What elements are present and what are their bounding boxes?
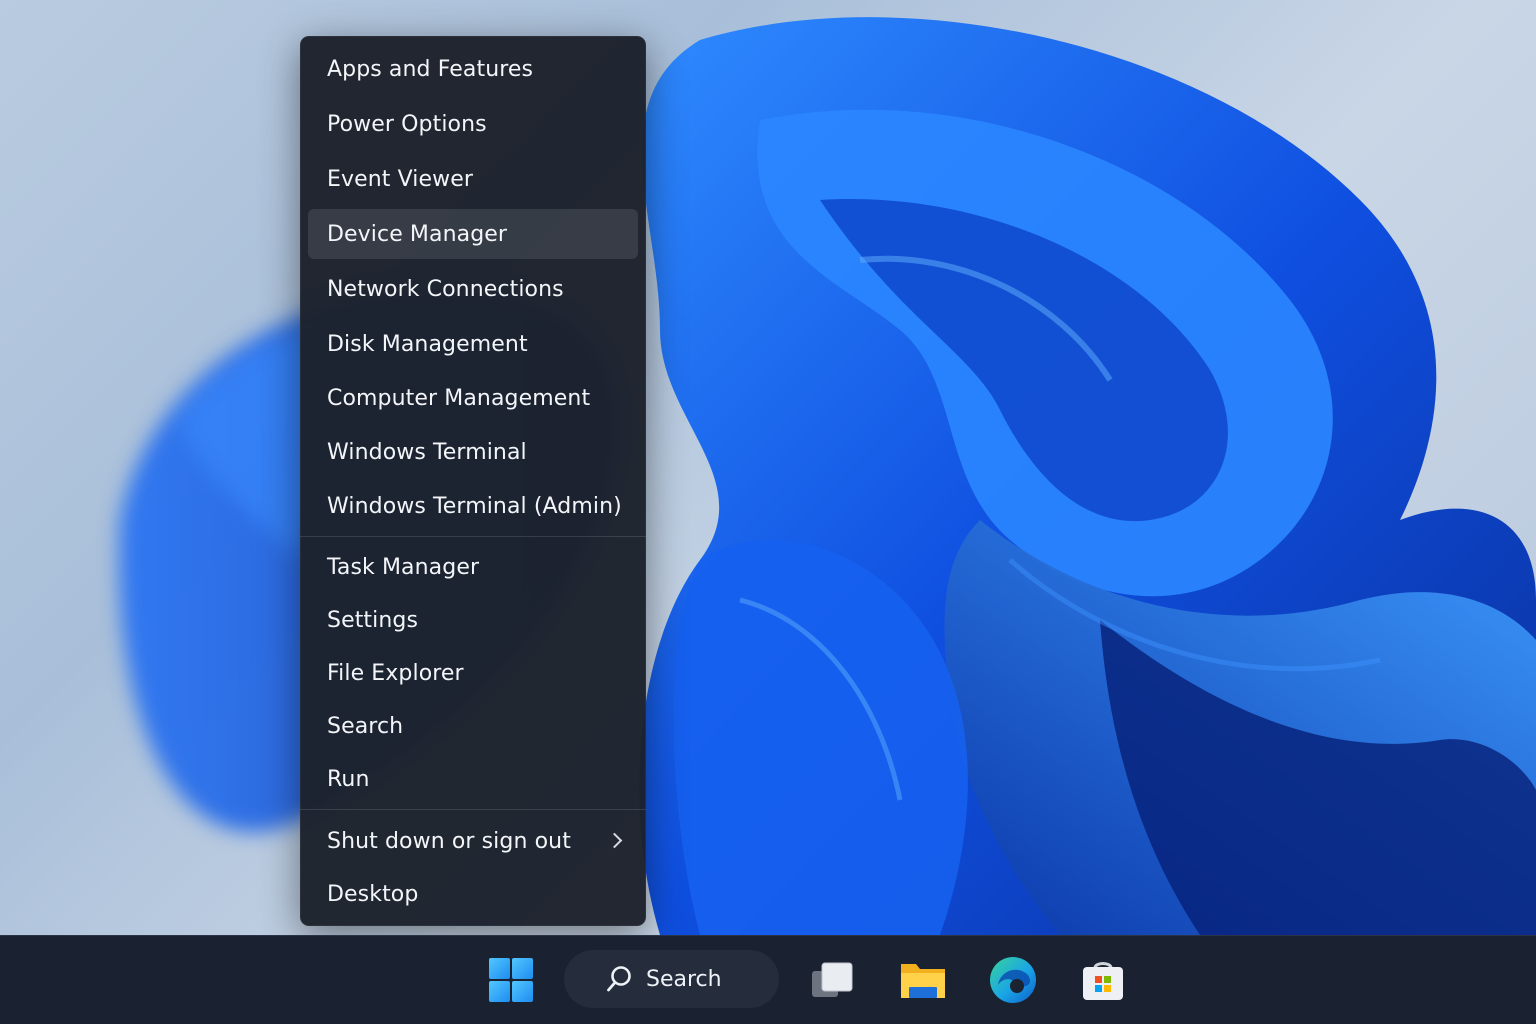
menu-item-run[interactable]: Run (308, 754, 638, 804)
menu-item-label: Desktop (327, 881, 419, 907)
menu-item-settings[interactable]: Settings (308, 595, 638, 645)
menu-item-search[interactable]: Search (308, 701, 638, 751)
windows-start-icon (489, 958, 533, 1002)
file-explorer-icon (901, 964, 945, 998)
menu-item-label: Network Connections (327, 276, 564, 302)
microsoft-store-button[interactable] (1075, 952, 1131, 1008)
menu-item-label: Run (327, 766, 370, 792)
menu-item-label: Settings (327, 607, 419, 633)
menu-item-label: File Explorer (327, 660, 464, 686)
menu-item-label: Disk Management (327, 331, 528, 357)
task-view-icon (812, 962, 853, 997)
menu-item-windows-terminal-admin[interactable]: Windows Terminal (Admin) (308, 481, 638, 531)
menu-item-event-viewer[interactable]: Event Viewer (308, 154, 638, 204)
menu-item-shut-down-or-sign-out[interactable]: Shut down or sign out (308, 816, 638, 866)
start-button[interactable] (483, 952, 539, 1008)
menu-item-label: Power Options (327, 111, 487, 137)
task-view-button[interactable] (804, 952, 860, 1008)
desktop-wallpaper (0, 0, 1536, 935)
menu-item-label: Apps and Features (327, 56, 534, 82)
menu-item-label: Event Viewer (327, 166, 474, 192)
menu-item-computer-management[interactable]: Computer Management (308, 373, 638, 423)
menu-item-power-options[interactable]: Power Options (308, 99, 638, 149)
menu-separator (300, 536, 646, 537)
taskbar-search-label: Search (646, 966, 722, 992)
menu-item-task-manager[interactable]: Task Manager (308, 542, 638, 592)
menu-separator (300, 809, 646, 810)
menu-item-desktop[interactable]: Desktop (308, 869, 638, 919)
menu-item-label: Shut down or sign out (327, 828, 571, 854)
menu-item-windows-terminal[interactable]: Windows Terminal (308, 427, 638, 477)
menu-item-label: Computer Management (327, 385, 591, 411)
taskbar-search-box[interactable]: Search (564, 950, 779, 1008)
search-icon (607, 966, 631, 992)
menu-item-disk-management[interactable]: Disk Management (308, 319, 638, 369)
menu-item-file-explorer[interactable]: File Explorer (308, 648, 638, 698)
menu-item-label: Device Manager (327, 221, 508, 247)
file-explorer-button[interactable] (895, 952, 951, 1008)
taskbar: Search (0, 935, 1536, 1024)
menu-item-label: Windows Terminal (327, 439, 527, 465)
menu-item-device-manager[interactable]: Device Manager (308, 209, 638, 259)
menu-item-network-connections[interactable]: Network Connections (308, 264, 638, 314)
bloom-wallpaper-art (119, 17, 1536, 935)
menu-item-label: Windows Terminal (Admin) (327, 493, 622, 519)
edge-icon (990, 957, 1036, 1003)
menu-item-label: Search (327, 713, 404, 739)
chevron-right-icon (606, 832, 623, 849)
menu-item-apps-and-features[interactable]: Apps and Features (308, 44, 638, 94)
menu-item-label: Task Manager (327, 554, 480, 580)
winx-context-menu: Apps and Features Power Options Event Vi… (300, 36, 646, 926)
store-icon (1083, 962, 1123, 1000)
edge-browser-button[interactable] (985, 952, 1041, 1008)
